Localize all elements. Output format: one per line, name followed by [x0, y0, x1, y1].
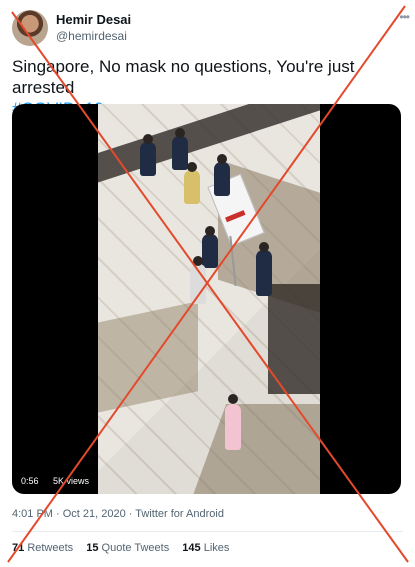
- floor-shadow: [98, 104, 320, 192]
- person-head: [205, 226, 215, 236]
- author-name[interactable]: Hemir Desai: [56, 12, 131, 27]
- person-head: [187, 162, 197, 172]
- retweets-stat[interactable]: 71 Retweets: [12, 542, 73, 554]
- officer-figure: [172, 136, 188, 170]
- officer-figure: [202, 234, 218, 268]
- officer-figure: [256, 250, 272, 296]
- avatar[interactable]: [12, 10, 48, 46]
- quotes-stat[interactable]: 15 Quote Tweets: [86, 542, 169, 554]
- civilian-figure: [225, 404, 241, 450]
- retweets-count: 71: [12, 542, 25, 554]
- video-duration: 0:56: [21, 476, 39, 486]
- person-head: [228, 394, 238, 404]
- likes-count: 145: [182, 542, 201, 554]
- engagement-stats: 71 Retweets 15 Quote Tweets 145 Likes: [12, 542, 239, 554]
- floor-shadow: [268, 284, 320, 394]
- officer-figure: [140, 142, 156, 176]
- arrow-icon: [225, 210, 246, 223]
- person-head: [193, 256, 203, 266]
- retweets-label: Retweets: [27, 542, 74, 554]
- video-frame: [98, 104, 320, 494]
- video-player[interactable]: 0:56 5K views: [12, 104, 401, 494]
- more-dots-icon[interactable]: •••: [399, 10, 410, 24]
- tweet-text: Singapore, No mask no questions, You're …: [12, 57, 355, 97]
- video-views: 5K views: [53, 476, 90, 486]
- civilian-figure: [190, 264, 206, 304]
- tweet-timestamp[interactable]: 4:01 PM · Oct 21, 2020 · Twitter for And…: [12, 508, 224, 520]
- likes-stat[interactable]: 145 Likes: [182, 542, 229, 554]
- person-head: [143, 134, 153, 144]
- person-head: [259, 242, 269, 252]
- floor-tile: [98, 301, 198, 417]
- author-handle[interactable]: @hemirdesai: [56, 29, 127, 43]
- civilian-figure: [184, 170, 200, 204]
- tweet-header: Hemir Desai @hemirdesai •••: [0, 0, 415, 50]
- quotes-count: 15: [86, 542, 99, 554]
- quotes-label: Quote Tweets: [101, 542, 170, 554]
- officer-figure: [214, 162, 230, 196]
- person-head: [175, 128, 185, 138]
- divider: [12, 531, 403, 532]
- likes-label: Likes: [203, 542, 230, 554]
- person-head: [217, 154, 227, 164]
- floor-tile: [189, 404, 320, 494]
